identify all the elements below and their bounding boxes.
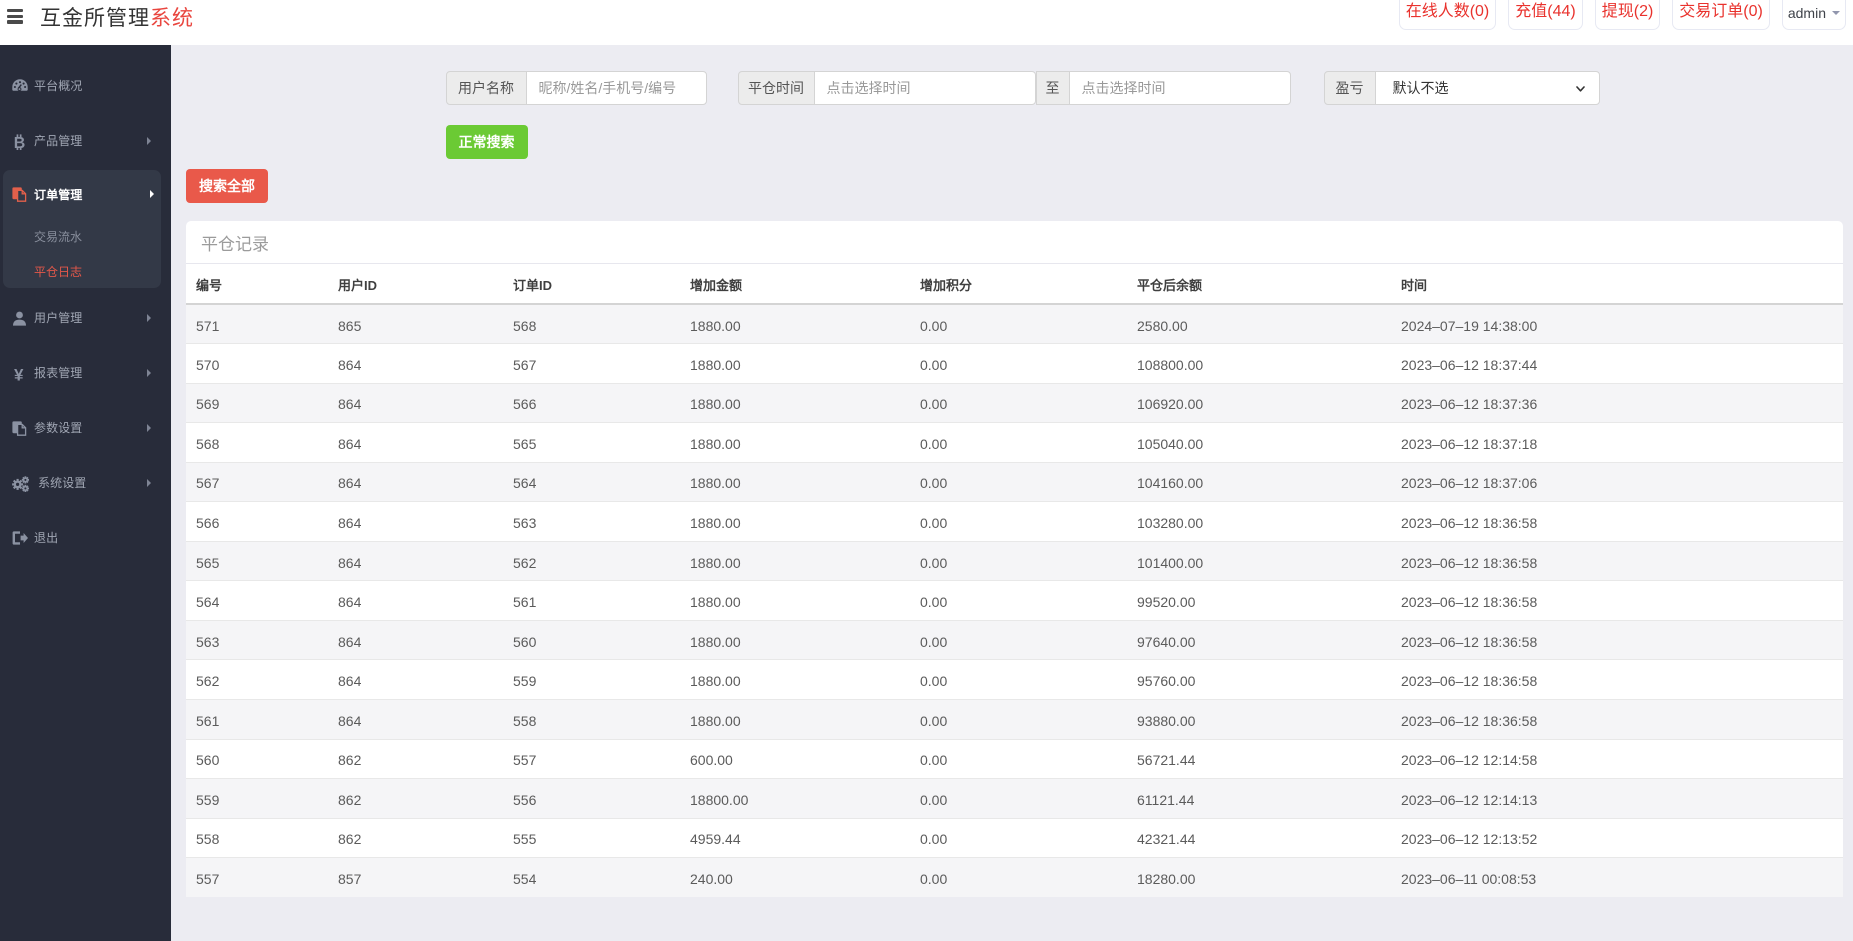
svg-text:¥: ¥ bbox=[14, 366, 24, 382]
svg-text:B: B bbox=[13, 135, 25, 150]
